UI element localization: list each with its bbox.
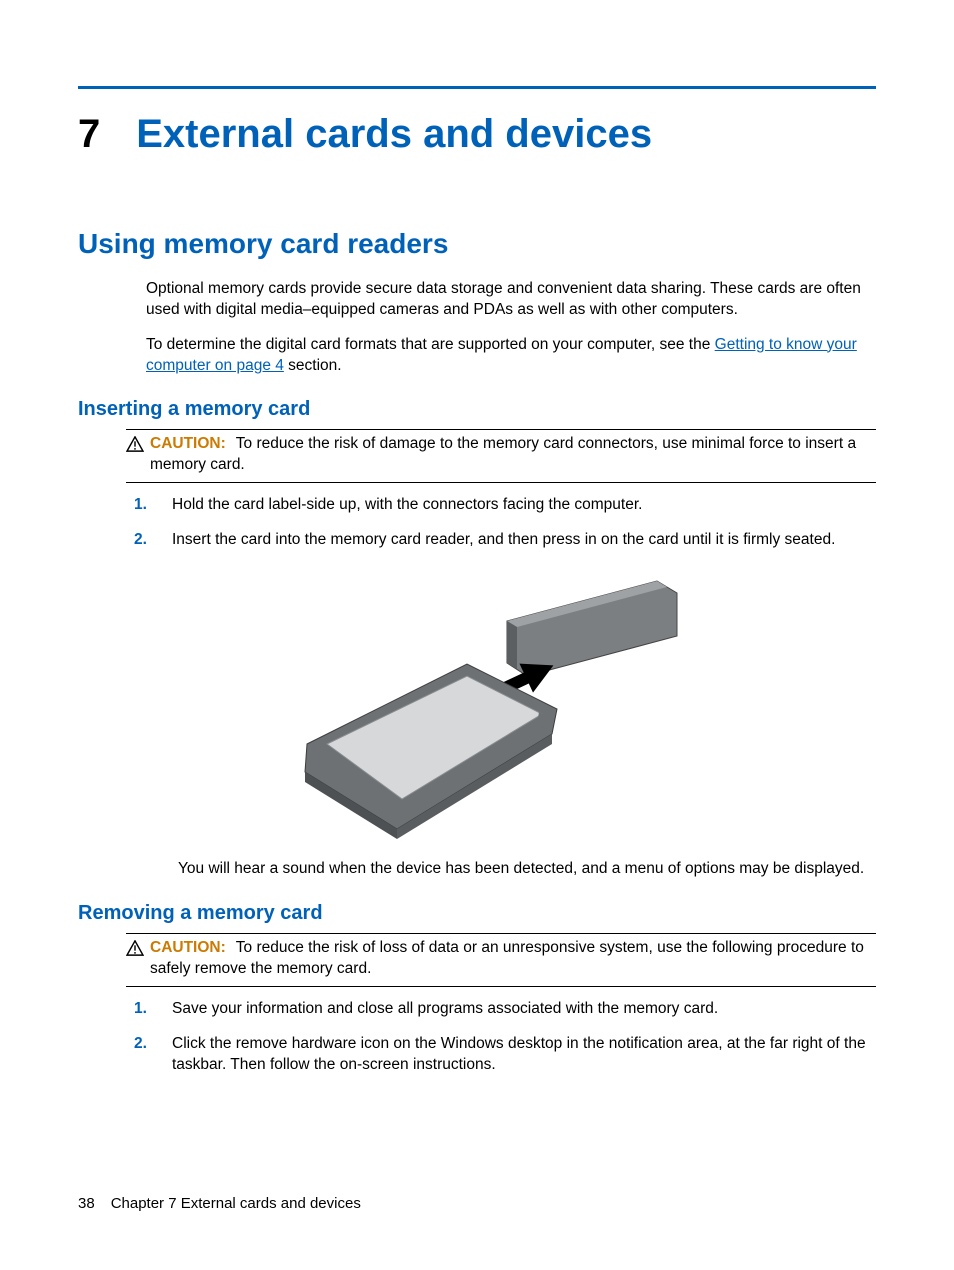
document-page: 7 External cards and devices Using memor… (0, 0, 954, 1270)
list-item: 2. Insert the card into the memory card … (134, 530, 876, 551)
step-text: Save your information and close all prog… (172, 999, 876, 1020)
page-footer: 38 Chapter 7 External cards and devices (78, 1194, 361, 1214)
procedure-list-inserting: 1. Hold the card label-side up, with the… (134, 495, 876, 551)
chapter-heading: 7 External cards and devices (78, 107, 876, 161)
caution-label: CAUTION: (150, 939, 236, 956)
step-text: Insert the card into the memory card rea… (172, 530, 876, 551)
caution-callout: CAUTION:To reduce the risk of damage to … (126, 429, 876, 483)
text-run: To determine the digital card formats th… (146, 336, 715, 353)
chapter-rule (78, 86, 876, 89)
subsection-heading-removing: Removing a memory card (78, 900, 876, 927)
caution-body: To reduce the risk of loss of data or an… (150, 939, 864, 977)
step-text: Hold the card label-side up, with the co… (172, 495, 876, 516)
footer-chapter-label: Chapter 7 External cards and devices (111, 1195, 361, 1212)
caution-label: CAUTION: (150, 435, 236, 452)
chapter-number: 7 (78, 107, 100, 161)
step-number: 2. (134, 530, 152, 551)
section-body: Optional memory cards provide secure dat… (146, 279, 876, 377)
chapter-title: External cards and devices (136, 107, 652, 161)
body-paragraph: Optional memory cards provide secure dat… (146, 279, 876, 321)
page-number: 38 (78, 1195, 95, 1212)
caution-body: To reduce the risk of damage to the memo… (150, 435, 856, 473)
list-item: 1. Save your information and close all p… (134, 999, 876, 1020)
list-item: 2. Click the remove hardware icon on the… (134, 1034, 876, 1076)
caution-text: CAUTION:To reduce the risk of loss of da… (150, 938, 876, 980)
step-number: 1. (134, 495, 152, 516)
procedure-list-removing: 1. Save your information and close all p… (134, 999, 876, 1076)
body-paragraph: You will hear a sound when the device ha… (178, 859, 876, 880)
step-number: 1. (134, 999, 152, 1020)
figure-memory-card-insert (78, 569, 876, 839)
body-paragraph: To determine the digital card formats th… (146, 335, 876, 377)
subsection-heading-inserting: Inserting a memory card (78, 396, 876, 423)
list-item: 1. Hold the card label-side up, with the… (134, 495, 876, 516)
caution-icon (126, 436, 144, 476)
step-text: Click the remove hardware icon on the Wi… (172, 1034, 876, 1076)
text-run: section. (284, 357, 342, 374)
caution-callout: CAUTION:To reduce the risk of loss of da… (126, 933, 876, 987)
section-heading-memory-readers: Using memory card readers (78, 225, 876, 263)
caution-text: CAUTION:To reduce the risk of damage to … (150, 434, 876, 476)
step-number: 2. (134, 1034, 152, 1076)
caution-icon (126, 940, 144, 980)
